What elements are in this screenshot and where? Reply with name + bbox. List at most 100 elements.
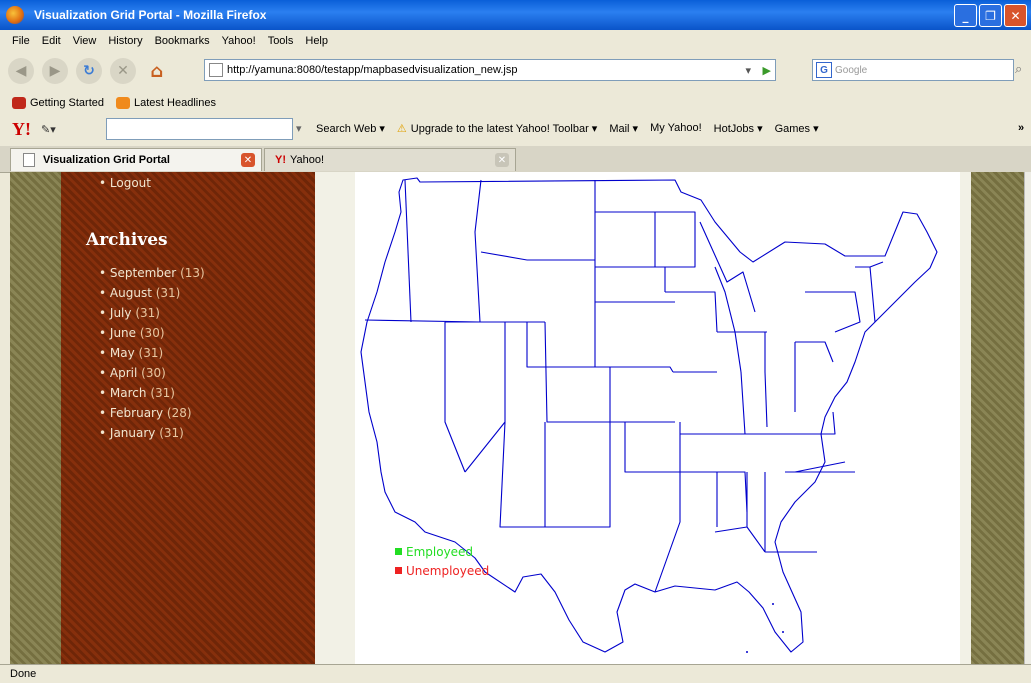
menu-tools[interactable]: Tools — [268, 35, 294, 47]
state-border — [714, 266, 742, 373]
archive-item[interactable]: • September (13) — [99, 266, 205, 286]
window-titlebar: Visualization Grid Portal - Mozilla Fire… — [0, 0, 1031, 30]
menu-history[interactable]: History — [108, 35, 142, 47]
maximize-button[interactable]: ❐ — [979, 4, 1002, 27]
state-border — [544, 321, 610, 423]
back-button[interactable]: ◀ — [8, 58, 34, 84]
minimize-button[interactable]: _ — [954, 4, 977, 27]
state-border — [746, 472, 766, 553]
yahoo-upgrade[interactable]: Upgrade to the latest Yahoo! Toolbar ▾ — [411, 122, 598, 135]
state-border — [714, 526, 748, 533]
state-border — [740, 371, 795, 435]
state-border — [445, 321, 506, 473]
state-border — [624, 422, 680, 473]
close-button[interactable]: ✕ — [1004, 4, 1027, 27]
menu-bookmarks[interactable]: Bookmarks — [155, 35, 210, 47]
navigation-toolbar: ◀ ▶ ↻ ✕ ⌂ http://yamuna:8080/testapp/map… — [0, 52, 1031, 90]
legend-employed: Employeed — [395, 542, 489, 561]
menu-bar: File Edit View History Bookmarks Yahoo! … — [0, 30, 1031, 52]
us-states-map[interactable] — [355, 172, 960, 664]
archive-item[interactable]: • March (31) — [99, 386, 205, 406]
state-border — [665, 291, 718, 333]
us-map-visualization[interactable]: Employeed Unemployeed — [355, 172, 960, 664]
state-border — [680, 471, 718, 527]
state-border — [794, 461, 846, 473]
toolbar-overflow-button[interactable]: » — [1018, 122, 1024, 134]
state-border — [499, 421, 546, 528]
state-border — [444, 322, 466, 473]
yahoo-mail[interactable]: Mail ▾ — [609, 122, 638, 135]
pencil-icon[interactable]: ✎▾ — [41, 123, 56, 136]
bookmark-latest-headlines[interactable]: Latest Headlines — [116, 97, 216, 109]
state-border — [480, 251, 528, 261]
archive-list: • September (13) • August (31) • July (3… — [99, 266, 205, 446]
archive-item[interactable]: • May (31) — [99, 346, 205, 366]
yahoo-my-yahoo[interactable]: My Yahoo! — [650, 122, 702, 135]
status-text: Done — [10, 668, 37, 680]
menu-view[interactable]: View — [73, 35, 97, 47]
go-button[interactable]: ▶ — [763, 64, 771, 77]
yahoo-logo[interactable]: Y! — [12, 119, 31, 140]
legend-swatch — [395, 567, 402, 574]
tab-visualization-grid-portal[interactable]: Visualization Grid Portal ✕ — [10, 148, 262, 171]
state-border — [404, 179, 412, 323]
close-tab-icon[interactable]: ✕ — [495, 153, 509, 167]
url-dropdown-icon[interactable]: ▾ — [745, 64, 751, 77]
background-pattern — [10, 172, 61, 664]
yahoo-search-input[interactable] — [106, 118, 293, 140]
menu-edit[interactable]: Edit — [42, 35, 61, 47]
state-border — [595, 211, 656, 267]
archive-item[interactable]: • July (31) — [99, 306, 205, 326]
archive-item[interactable]: • August (31) — [99, 286, 205, 306]
state-border — [595, 366, 674, 373]
state-border — [655, 211, 696, 268]
tab-label: Yahoo! — [290, 154, 325, 166]
page-margin — [315, 172, 355, 664]
state-border — [526, 259, 596, 368]
menu-yahoo[interactable]: Yahoo! — [222, 35, 256, 47]
yahoo-favicon: Y! — [275, 154, 286, 166]
archive-item[interactable]: • January (31) — [99, 426, 205, 446]
google-engine-icon[interactable]: G — [816, 62, 832, 78]
us-outline — [360, 177, 938, 653]
url-bar[interactable]: http://yamuna:8080/testapp/mapbasedvisua… — [204, 59, 776, 81]
archive-item[interactable]: • June (30) — [99, 326, 205, 346]
getting-started-icon — [12, 97, 26, 109]
forward-button[interactable]: ▶ — [42, 58, 68, 84]
yahoo-hotjobs[interactable]: HotJobs ▾ — [714, 122, 763, 135]
state-border — [795, 341, 834, 363]
map-detail-dots — [746, 603, 784, 653]
vertical-scrollbar[interactable] — [1024, 172, 1031, 664]
yahoo-search-web[interactable]: Search Web ▾ — [316, 122, 385, 135]
state-border — [717, 471, 748, 513]
state-border — [764, 332, 768, 428]
page-icon — [23, 153, 35, 167]
state-border — [869, 261, 884, 268]
archives-heading: Archives — [86, 230, 168, 250]
menu-help[interactable]: Help — [305, 35, 328, 47]
yahoo-games[interactable]: Games ▾ — [775, 122, 819, 135]
menu-file[interactable]: File — [12, 35, 30, 47]
rss-icon — [116, 97, 130, 109]
reload-button[interactable]: ↻ — [76, 58, 102, 84]
yahoo-dropdown-icon[interactable]: ▾ — [296, 122, 302, 135]
search-icon[interactable]: ⌕ — [1015, 62, 1022, 77]
logout-link[interactable]: • Logout — [99, 176, 151, 190]
bookmark-label: Latest Headlines — [134, 97, 216, 109]
sidebar: • Logout Archives • September (13) • Aug… — [61, 172, 315, 664]
state-border — [805, 291, 861, 333]
tab-yahoo[interactable]: Y! Yahoo! ✕ — [264, 148, 516, 171]
warning-icon: ⚠ — [396, 123, 407, 135]
stop-button[interactable]: ✕ — [110, 58, 136, 84]
bookmark-label: Getting Started — [30, 97, 104, 109]
archive-item[interactable]: • April (30) — [99, 366, 205, 386]
url-text[interactable]: http://yamuna:8080/testapp/mapbasedvisua… — [227, 64, 517, 76]
archive-item[interactable]: • February (28) — [99, 406, 205, 426]
home-button[interactable]: ⌂ — [144, 58, 170, 84]
state-border — [595, 266, 666, 292]
status-bar: Done — [0, 664, 1031, 683]
close-tab-icon[interactable]: ✕ — [241, 153, 255, 167]
state-border — [654, 422, 681, 593]
bookmark-getting-started[interactable]: Getting Started — [12, 97, 104, 109]
search-bar[interactable]: G Google — [812, 59, 1014, 81]
